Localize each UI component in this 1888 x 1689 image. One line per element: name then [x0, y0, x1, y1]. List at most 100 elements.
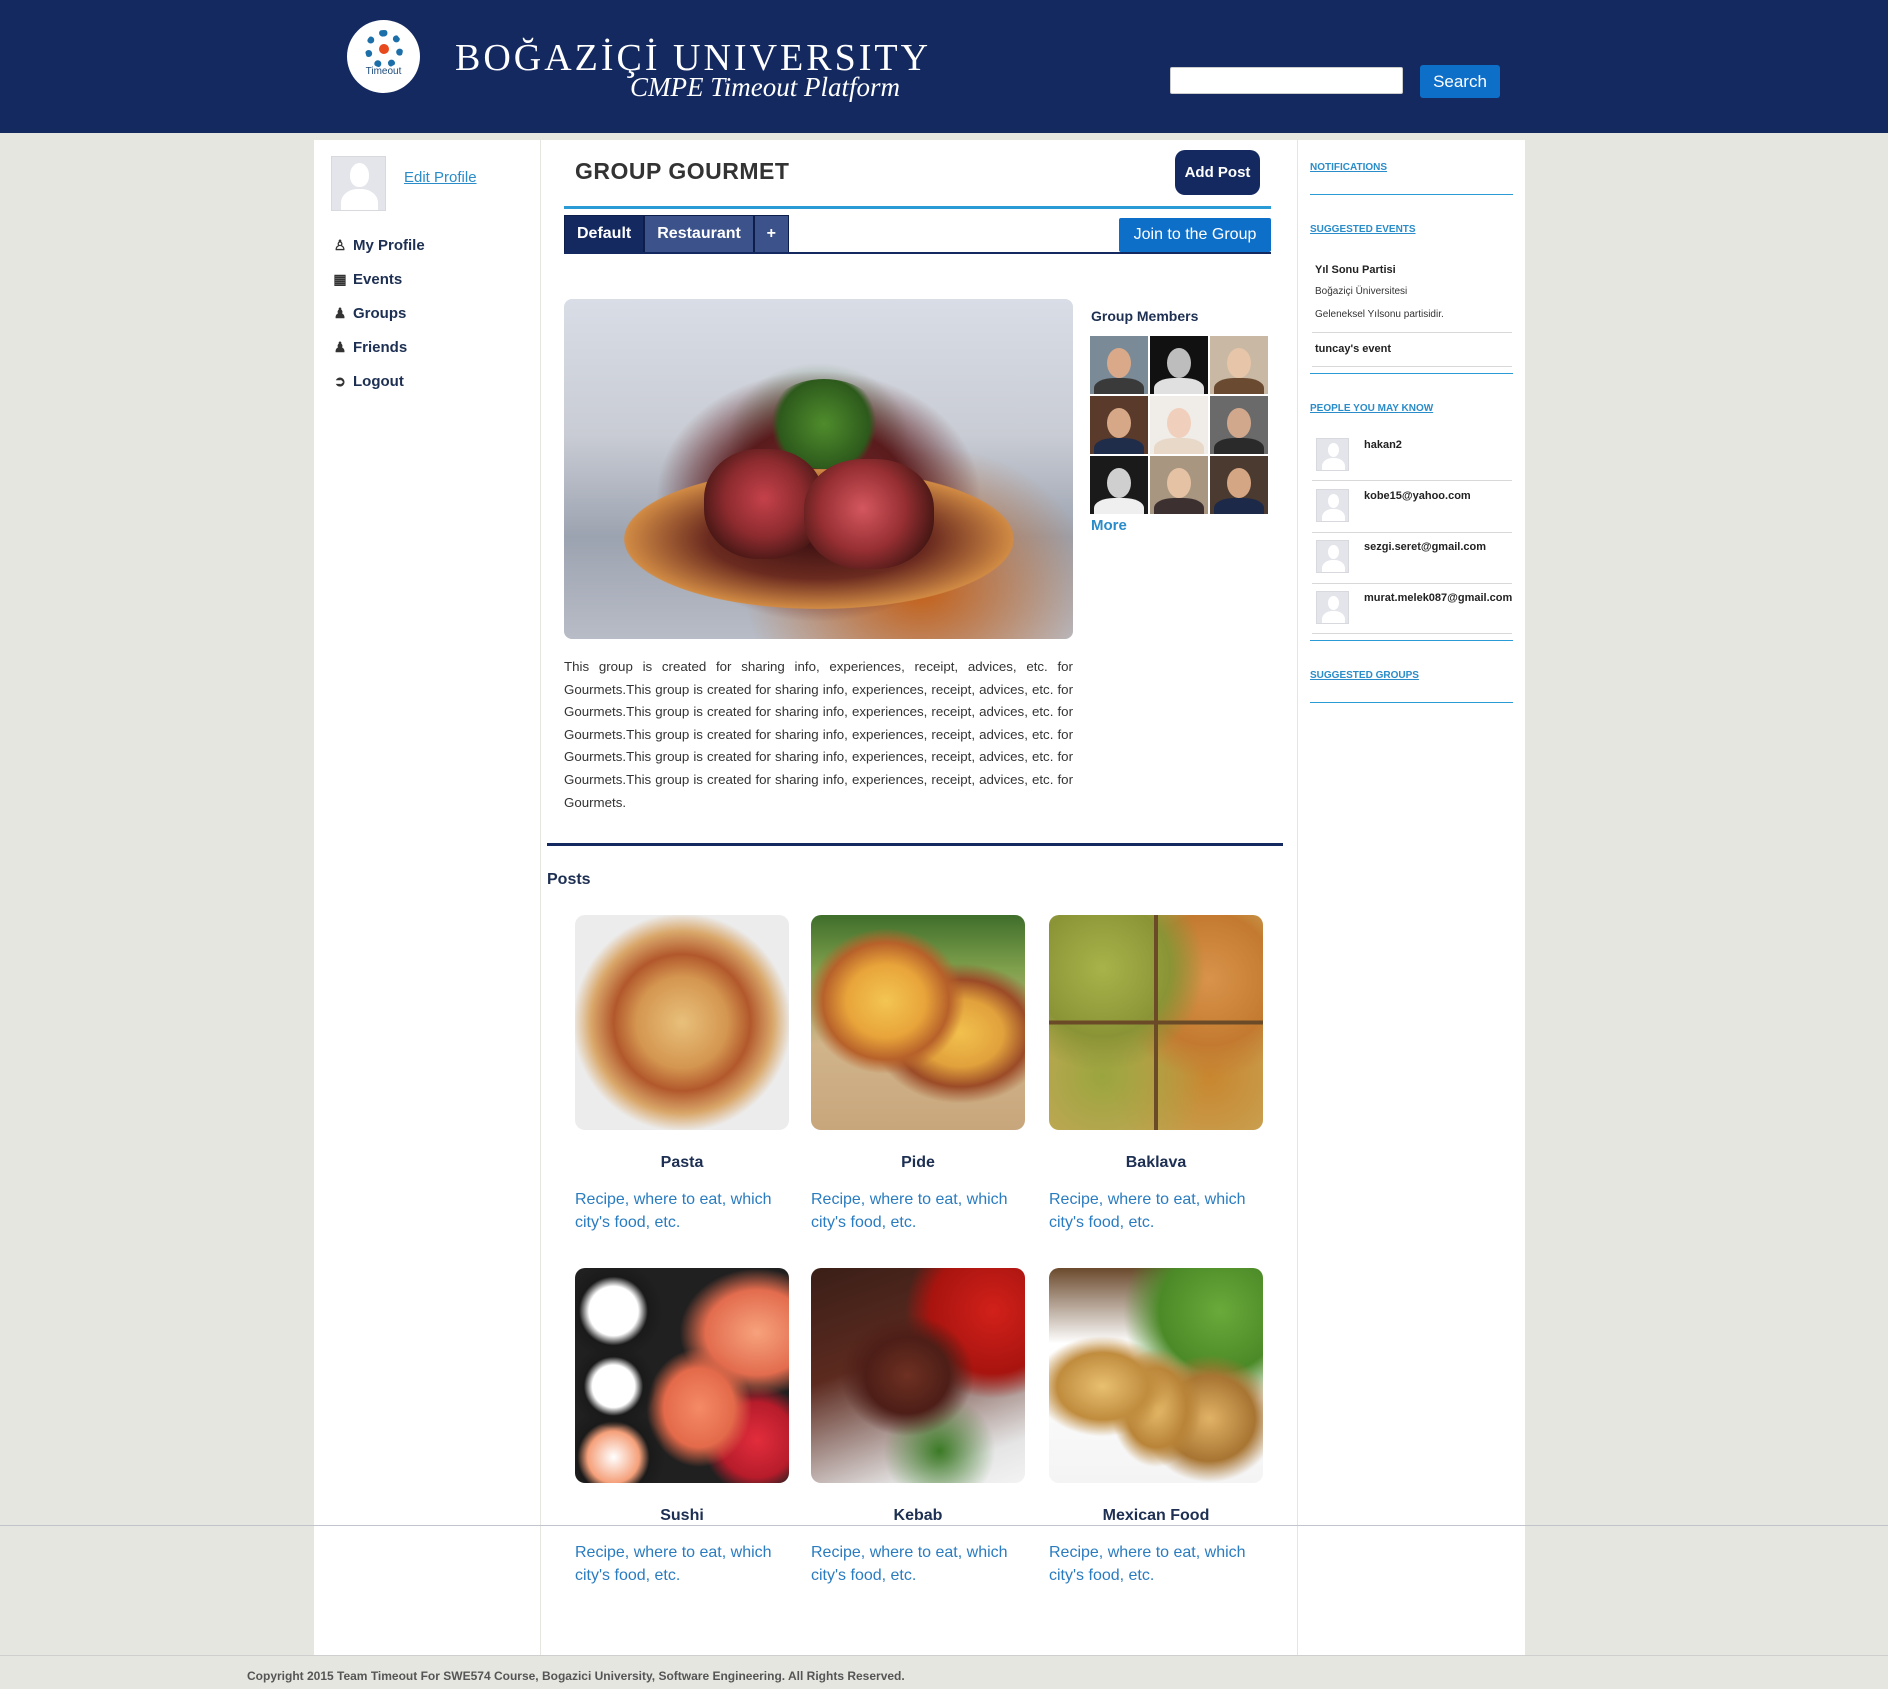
- event-description: Geleneksel Yılsonu partisidir.: [1315, 309, 1444, 320]
- search-input[interactable]: [1170, 67, 1403, 94]
- person-suggestion[interactable]: sezgi.seret@gmail.com: [1312, 532, 1512, 582]
- post-card[interactable]: Baklava Recipe, where to eat, which city…: [1049, 915, 1263, 1234]
- post-description: Recipe, where to eat, which city's food,…: [1049, 1191, 1246, 1231]
- post-title[interactable]: Sushi: [575, 1507, 789, 1525]
- member-avatar[interactable]: [1150, 456, 1208, 514]
- post-image[interactable]: [811, 915, 1025, 1130]
- member-avatar[interactable]: [1090, 396, 1148, 454]
- divider: [1310, 194, 1513, 195]
- divider: [564, 206, 1271, 209]
- tab-bar: Default Restaurant +: [564, 215, 789, 253]
- post-card[interactable]: Mexican Food Recipe, where to eat, which…: [1049, 1268, 1263, 1587]
- divider: [1310, 373, 1513, 374]
- person-name[interactable]: murat.melek087@gmail.com: [1364, 592, 1512, 604]
- sidebar-item-events[interactable]: ▦ Events: [331, 262, 425, 296]
- post-description: Recipe, where to eat, which city's food,…: [1049, 1544, 1246, 1584]
- members-grid: [1090, 336, 1268, 514]
- event-place: Boğaziçi Üniversitesi: [1315, 286, 1408, 297]
- post-description: Recipe, where to eat, which city's food,…: [575, 1191, 772, 1231]
- post-card[interactable]: Sushi Recipe, where to eat, which city's…: [575, 1268, 789, 1587]
- sidebar-item-friends[interactable]: ♟ Friends: [331, 330, 425, 364]
- main-content: GROUP GOURMET Add Post Default Restauran…: [541, 140, 1297, 1655]
- more-members-link[interactable]: More: [1091, 517, 1127, 534]
- divider: [1312, 366, 1512, 367]
- member-avatar[interactable]: [1150, 336, 1208, 394]
- member-avatar[interactable]: [1090, 456, 1148, 514]
- sidebar-item-label: Groups: [353, 304, 407, 322]
- left-sidebar: Edit Profile ♙ My Profile ▦ Events ♟ Gro…: [314, 140, 540, 1655]
- event-title[interactable]: Yıl Sonu Partisi: [1315, 264, 1396, 276]
- sidebar-item-groups[interactable]: ♟ Groups: [331, 296, 425, 330]
- person-name[interactable]: sezgi.seret@gmail.com: [1364, 541, 1486, 553]
- copyright-text: Copyright 2015 Team Timeout For SWE574 C…: [247, 1669, 905, 1683]
- post-card[interactable]: Pide Recipe, where to eat, which city's …: [811, 915, 1025, 1234]
- join-group-button[interactable]: Join to the Group: [1119, 218, 1271, 252]
- site-header: Timeout BOĞAZİÇİ UNIVERSITY CMPE Timeout…: [0, 0, 1888, 133]
- sidebar-item-label: Friends: [353, 338, 408, 356]
- tab-default[interactable]: Default: [564, 215, 645, 253]
- sidebar-item-logout[interactable]: ➲ Logout: [331, 364, 425, 398]
- divider: [1312, 633, 1512, 634]
- post-description: Recipe, where to eat, which city's food,…: [811, 1544, 1008, 1584]
- avatar: [331, 156, 386, 211]
- avatar: [1316, 438, 1349, 471]
- post-card[interactable]: Pasta Recipe, where to eat, which city's…: [575, 915, 789, 1234]
- add-tab-button[interactable]: +: [753, 215, 789, 253]
- person-suggestion[interactable]: kobe15@yahoo.com: [1312, 481, 1512, 531]
- post-image[interactable]: [575, 915, 789, 1130]
- sidebar-item-label: Logout: [353, 372, 404, 390]
- avatar: [1316, 591, 1349, 624]
- platform-subtitle: CMPE Timeout Platform: [630, 72, 900, 102]
- sidebar-menu: ♙ My Profile ▦ Events ♟ Groups ♟ Friends…: [331, 228, 425, 398]
- page-title: GROUP GOURMET: [575, 158, 790, 184]
- member-avatar[interactable]: [1210, 456, 1268, 514]
- calendar-icon: ▦: [333, 270, 347, 287]
- divider: [547, 843, 1283, 846]
- divider: [564, 252, 1271, 254]
- members-title: Group Members: [1091, 308, 1199, 324]
- post-card[interactable]: Kebab Recipe, where to eat, which city's…: [811, 1268, 1025, 1587]
- event-title[interactable]: tuncay's event: [1315, 343, 1391, 355]
- site-footer: Copyright 2015 Team Timeout For SWE574 C…: [0, 1655, 1888, 1689]
- person-name[interactable]: kobe15@yahoo.com: [1364, 490, 1471, 502]
- add-post-button[interactable]: Add Post: [1175, 150, 1260, 195]
- divider: [1310, 702, 1513, 703]
- sidebar-item-label: Events: [353, 270, 403, 288]
- post-image[interactable]: [575, 1268, 789, 1483]
- divider: [1310, 640, 1513, 641]
- post-title[interactable]: Baklava: [1049, 1154, 1263, 1172]
- suggested-events-link[interactable]: SUGGESTED EVENTS: [1310, 224, 1416, 235]
- group-icon: ♟: [333, 304, 347, 321]
- sidebar-item-label: My Profile: [353, 236, 425, 254]
- post-image[interactable]: [1049, 1268, 1263, 1483]
- person-name[interactable]: hakan2: [1364, 439, 1402, 451]
- post-title[interactable]: Kebab: [811, 1507, 1025, 1525]
- notifications-link[interactable]: NOTIFICATIONS: [1310, 162, 1387, 173]
- friends-icon: ♟: [333, 338, 347, 355]
- post-image[interactable]: [811, 1268, 1025, 1483]
- member-avatar[interactable]: [1210, 396, 1268, 454]
- group-description: This group is created for sharing info, …: [564, 659, 1073, 810]
- suggested-groups-link[interactable]: SUGGESTED GROUPS: [1310, 670, 1419, 681]
- member-avatar[interactable]: [1210, 336, 1268, 394]
- divider: [0, 1525, 1888, 1526]
- posts-title: Posts: [547, 871, 591, 888]
- avatar: [1316, 489, 1349, 522]
- member-avatar[interactable]: [1150, 396, 1208, 454]
- edit-profile-link[interactable]: Edit Profile: [404, 169, 477, 186]
- post-title[interactable]: Mexican Food: [1049, 1507, 1263, 1525]
- member-avatar[interactable]: [1090, 336, 1148, 394]
- group-cover-image: [564, 299, 1073, 639]
- user-icon: ♙: [333, 236, 347, 253]
- timeout-logo[interactable]: Timeout: [347, 20, 420, 93]
- people-you-may-know-link[interactable]: PEOPLE YOU MAY KNOW: [1310, 403, 1433, 414]
- post-image[interactable]: [1049, 915, 1263, 1130]
- person-suggestion[interactable]: hakan2: [1312, 430, 1512, 480]
- sidebar-item-my-profile[interactable]: ♙ My Profile: [331, 228, 425, 262]
- search-button[interactable]: Search: [1420, 65, 1500, 98]
- post-description: Recipe, where to eat, which city's food,…: [575, 1544, 772, 1584]
- tab-restaurant[interactable]: Restaurant: [644, 215, 754, 253]
- post-title[interactable]: Pasta: [575, 1154, 789, 1172]
- person-suggestion[interactable]: murat.melek087@gmail.com: [1312, 583, 1512, 633]
- post-title[interactable]: Pide: [811, 1154, 1025, 1172]
